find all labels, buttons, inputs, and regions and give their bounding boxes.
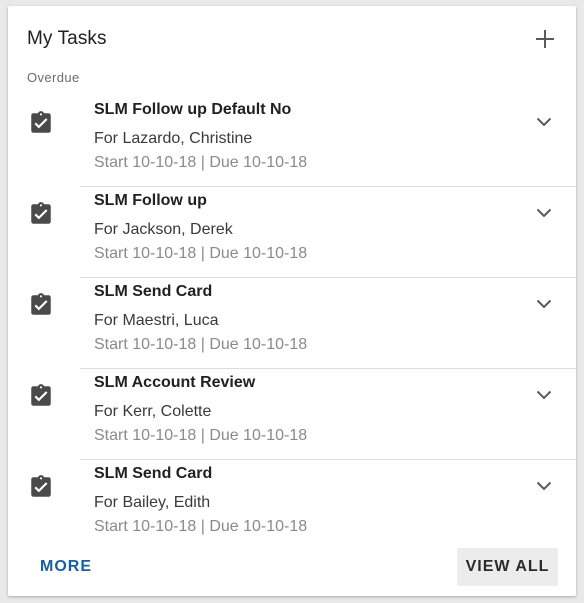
view-all-button[interactable]: VIEW ALL bbox=[457, 548, 558, 586]
task-item[interactable]: SLM Send Card For Bailey, Edith Start 10… bbox=[8, 460, 576, 551]
add-task-button[interactable] bbox=[532, 26, 558, 52]
expand-task-button[interactable] bbox=[532, 292, 556, 316]
clipboard-check-icon bbox=[31, 384, 51, 406]
task-dates: Start 10-10-18 | Due 10-10-18 bbox=[94, 154, 308, 171]
expand-task-button[interactable] bbox=[532, 383, 556, 407]
expand-task-button[interactable] bbox=[532, 474, 556, 498]
chevron-down-icon bbox=[536, 208, 552, 218]
card-title: My Tasks bbox=[27, 28, 107, 49]
more-button[interactable]: MORE bbox=[40, 558, 92, 576]
task-item[interactable]: SLM Follow up Default No For Lazardo, Ch… bbox=[8, 96, 576, 187]
chevron-down-icon bbox=[536, 299, 552, 309]
task-assignee: For Jackson, Derek bbox=[94, 221, 233, 238]
task-dates: Start 10-10-18 | Due 10-10-18 bbox=[94, 427, 308, 444]
task-title: SLM Send Card bbox=[94, 283, 213, 300]
clipboard-check-icon bbox=[31, 202, 51, 224]
task-assignee: For Kerr, Colette bbox=[94, 403, 212, 420]
chevron-down-icon bbox=[536, 481, 552, 491]
task-title: SLM Account Review bbox=[94, 374, 256, 391]
expand-task-button[interactable] bbox=[532, 110, 556, 134]
task-assignee: For Maestri, Luca bbox=[94, 312, 219, 329]
my-tasks-card: My Tasks Overdue SLM Follow up Default N… bbox=[8, 6, 576, 596]
task-dates: Start 10-10-18 | Due 10-10-18 bbox=[94, 518, 308, 535]
clipboard-check-icon bbox=[31, 475, 51, 497]
chevron-down-icon bbox=[536, 117, 552, 127]
task-item[interactable]: SLM Follow up For Jackson, Derek Start 1… bbox=[8, 187, 576, 278]
task-item[interactable]: SLM Account Review For Kerr, Colette Sta… bbox=[8, 369, 576, 460]
task-title: SLM Follow up Default No bbox=[94, 101, 292, 118]
task-assignee: For Lazardo, Christine bbox=[94, 130, 253, 147]
clipboard-check-icon bbox=[31, 111, 51, 133]
task-list: SLM Follow up Default No For Lazardo, Ch… bbox=[8, 96, 576, 551]
task-title: SLM Send Card bbox=[94, 465, 213, 482]
task-assignee: For Bailey, Edith bbox=[94, 494, 211, 511]
plus-icon bbox=[536, 30, 554, 48]
expand-task-button[interactable] bbox=[532, 201, 556, 225]
chevron-down-icon bbox=[536, 390, 552, 400]
overdue-section-label: Overdue bbox=[27, 70, 80, 85]
task-dates: Start 10-10-18 | Due 10-10-18 bbox=[94, 336, 308, 353]
task-title: SLM Follow up bbox=[94, 192, 207, 209]
task-dates: Start 10-10-18 | Due 10-10-18 bbox=[94, 245, 308, 262]
clipboard-check-icon bbox=[31, 293, 51, 315]
task-item[interactable]: SLM Send Card For Maestri, Luca Start 10… bbox=[8, 278, 576, 369]
